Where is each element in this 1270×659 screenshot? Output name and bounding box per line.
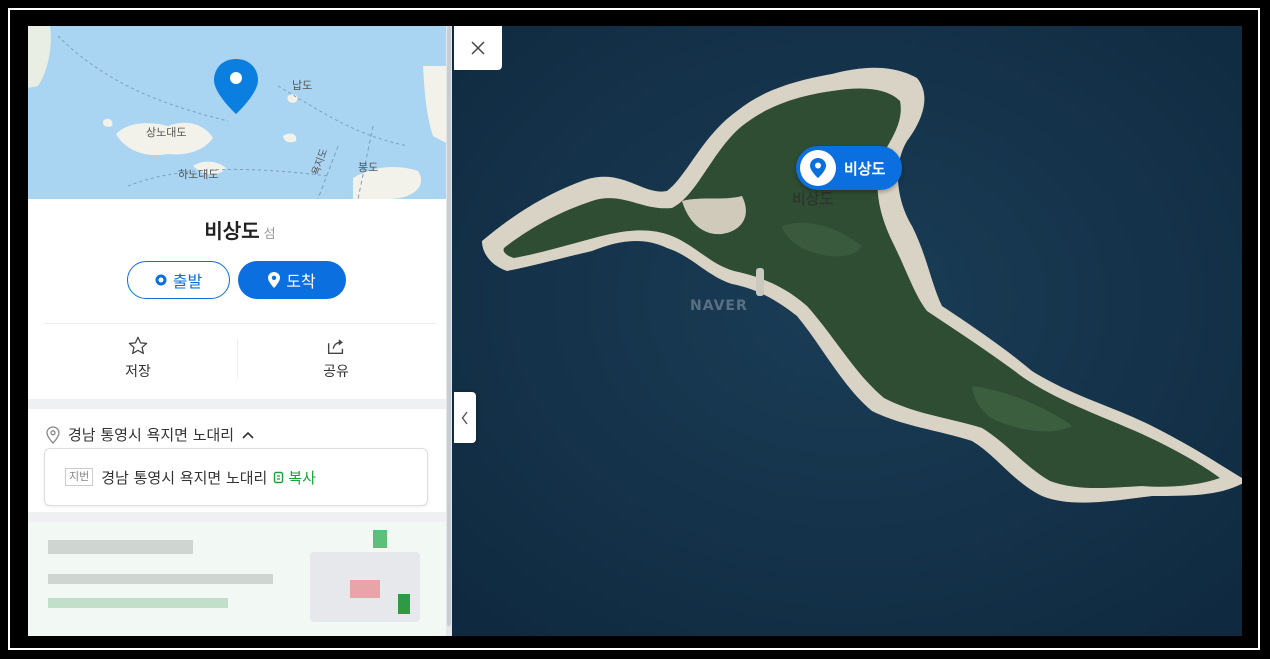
- close-button[interactable]: [454, 26, 502, 70]
- destination-pin-icon: [268, 272, 281, 288]
- satellite-map[interactable]: NAVER 비상도 비상도: [452, 26, 1242, 636]
- place-marker-label: 비상도: [844, 159, 886, 178]
- minimap-label-hanodaedo: 하노대도: [178, 167, 218, 181]
- copy-label: 복사: [288, 468, 316, 487]
- place-marker[interactable]: 비상도: [796, 146, 902, 190]
- location-outline-icon: [46, 425, 60, 444]
- arrive-button[interactable]: 도착: [238, 261, 346, 299]
- island-map-label: 비상도: [792, 190, 834, 208]
- address-row[interactable]: 경남 통영시 욕지면 노대리: [46, 424, 254, 445]
- minimap-label-napdo: 납도: [292, 79, 312, 92]
- divider: [44, 323, 436, 324]
- star-icon: [48, 335, 228, 357]
- lot-address: 경남 통영시 욕지면 노대리: [101, 468, 268, 487]
- collapse-panel-button[interactable]: [454, 392, 476, 443]
- close-icon: [471, 41, 485, 55]
- place-info-section: 비상도 섬 출발 도착 저장 공유: [28, 199, 452, 399]
- chevron-up-icon[interactable]: [242, 431, 254, 439]
- naver-watermark: NAVER: [690, 298, 748, 314]
- blurred-image-detail: [373, 530, 387, 548]
- title-row: 비상도 섬: [28, 215, 452, 244]
- save-label: 저장: [125, 364, 151, 380]
- copy-icon: [274, 471, 284, 483]
- share-button[interactable]: 공유: [246, 335, 426, 381]
- mini-map[interactable]: 납도 상노대도 하노대도 봉도 욕지도: [28, 26, 452, 199]
- share-icon: [246, 335, 426, 357]
- lot-tag: 지번: [65, 468, 94, 486]
- blurred-text: [48, 598, 228, 608]
- place-title: 비상도: [204, 219, 260, 243]
- arrive-button-label: 도착: [286, 272, 316, 291]
- section-gap: [28, 399, 452, 409]
- blurred-image-detail: [398, 594, 410, 614]
- action-divider: [237, 339, 238, 379]
- share-label: 공유: [323, 364, 349, 380]
- start-button[interactable]: 출발: [127, 261, 230, 299]
- chevron-left-icon: [461, 411, 468, 424]
- blurred-text: [48, 574, 273, 584]
- copy-button[interactable]: 복사: [273, 467, 316, 488]
- location-pin-icon: [800, 150, 836, 186]
- start-button-label: 출발: [172, 272, 203, 291]
- road-address: 경남 통영시 욕지면 노대리: [68, 426, 235, 444]
- map-viewport: NAVER 비상도 비상도 납도 상노대도 하노대도 봉도 욕지도 비상도 섬 …: [28, 26, 1242, 636]
- minimap-label-bongdo: 봉도: [358, 161, 378, 174]
- blurred-text: [48, 540, 193, 554]
- save-button[interactable]: 저장: [48, 335, 228, 381]
- mini-map-graphic: 납도 상노대도 하노대도 봉도 욕지도: [28, 26, 452, 199]
- blurred-image-detail: [350, 580, 380, 598]
- blurred-promo-card[interactable]: [28, 522, 452, 636]
- section-gap-2: [28, 512, 452, 522]
- place-category: 섬: [263, 227, 276, 242]
- minimap-label-sangnodaedo: 상노대도: [146, 126, 186, 139]
- place-detail-panel: 납도 상노대도 하노대도 봉도 욕지도 비상도 섬 출발 도착 저장 공유 경남…: [28, 26, 452, 636]
- lot-address-box: 지번 경남 통영시 욕지면 노대리 복사: [44, 448, 428, 506]
- origin-dot-icon: [155, 274, 167, 286]
- island-satellite-image: [452, 26, 1242, 636]
- scrollbar-thumb[interactable]: [447, 26, 451, 626]
